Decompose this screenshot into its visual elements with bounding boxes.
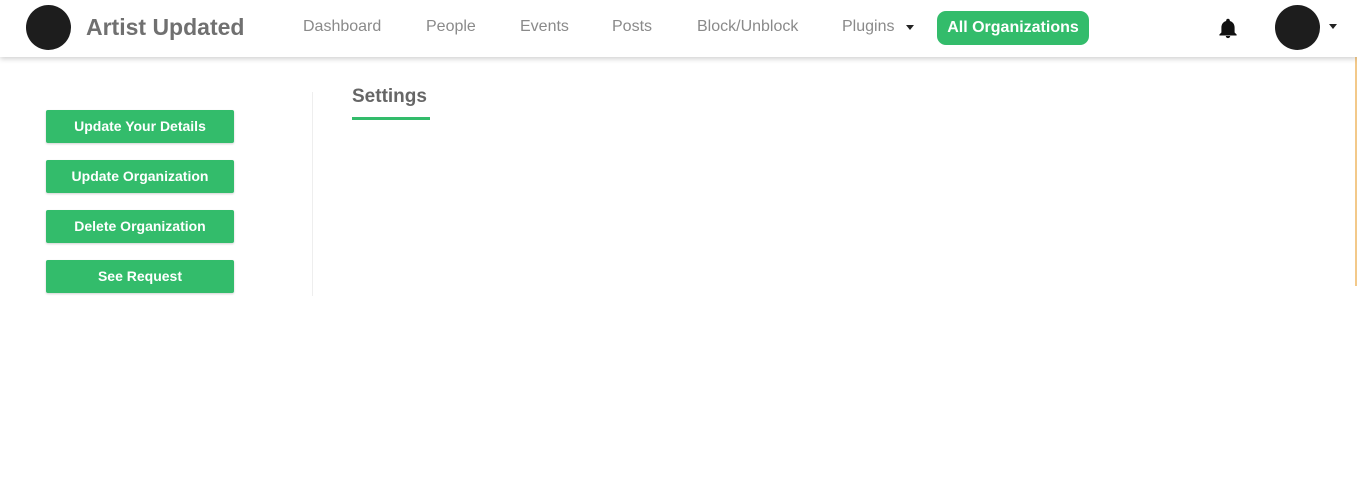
nav-plugins[interactable]: Plugins <box>842 18 894 36</box>
see-request-button[interactable]: See Request <box>46 260 234 293</box>
brand-title: Artist Updated <box>86 14 245 40</box>
title-underline <box>352 117 430 120</box>
bell-icon[interactable] <box>1217 17 1239 41</box>
settings-sidebar: Update Your Details Update Organization … <box>46 110 234 310</box>
nav-events[interactable]: Events <box>520 18 569 36</box>
nav-block-unblock[interactable]: Block/Unblock <box>697 18 798 36</box>
delete-organization-button[interactable]: Delete Organization <box>46 210 234 243</box>
user-avatar[interactable] <box>1275 5 1320 50</box>
update-your-details-button[interactable]: Update Your Details <box>46 110 234 143</box>
update-organization-button[interactable]: Update Organization <box>46 160 234 193</box>
organization-logo-avatar[interactable] <box>26 5 71 50</box>
plugins-chevron-down-icon[interactable] <box>906 25 914 30</box>
vertical-divider <box>312 92 313 296</box>
nav-dashboard[interactable]: Dashboard <box>303 18 381 36</box>
nav-all-organizations[interactable]: All Organizations <box>937 11 1089 45</box>
top-navbar: Artist Updated Dashboard People Events P… <box>0 0 1357 57</box>
user-menu-chevron-down-icon[interactable] <box>1329 24 1337 29</box>
nav-posts[interactable]: Posts <box>612 18 652 36</box>
nav-people[interactable]: People <box>426 18 476 36</box>
page-title: Settings <box>352 86 427 107</box>
